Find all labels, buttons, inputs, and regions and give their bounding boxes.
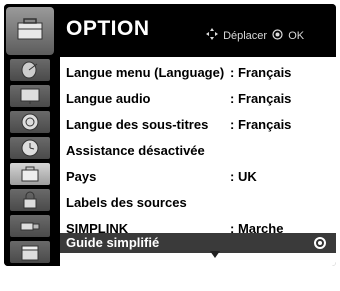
scroll-down-arrow-icon[interactable] xyxy=(210,251,220,258)
menu-header: OPTION Déplacer OK xyxy=(4,4,336,57)
menu-item-label: Assistance désactivée xyxy=(66,143,205,158)
page-title: OPTION xyxy=(66,17,150,40)
menu-item-pays[interactable]: Pays : UK xyxy=(60,163,336,189)
radio-selected-icon xyxy=(314,237,326,249)
toolbox-icon[interactable] xyxy=(10,163,50,185)
category-sidebar xyxy=(4,57,60,266)
menu-item-guide-simplifie[interactable]: Guide simplifié xyxy=(60,233,336,253)
menu-item-label: Langue audio xyxy=(66,91,151,106)
usb-icon[interactable] xyxy=(10,215,50,237)
menu-item-label: Langue menu (Language) xyxy=(66,65,225,80)
option-toolbox-icon xyxy=(6,7,54,55)
ok-circle-icon xyxy=(272,29,286,42)
clock-icon[interactable] xyxy=(10,137,50,159)
move-label: Déplacer xyxy=(223,30,268,42)
menu-item-label: Pays xyxy=(66,169,97,184)
clapperboard-icon[interactable] xyxy=(10,241,50,263)
move-arrows-icon xyxy=(206,28,221,42)
menu-item-label: Langue des sous-titres xyxy=(66,117,209,132)
navigation-hint: Déplacer OK xyxy=(204,28,304,42)
menu-item-value: : UK xyxy=(230,169,257,184)
menu-item-label: Labels des sources xyxy=(66,195,187,210)
option-list: Langue menu (Language) : Français Langue… xyxy=(60,57,336,266)
menu-item-label: Guide simplifié xyxy=(66,235,160,250)
ok-label: OK xyxy=(288,30,305,42)
menu-item-langue-menu[interactable]: Langue menu (Language) : Français xyxy=(60,59,336,85)
speaker-icon[interactable] xyxy=(10,111,50,133)
menu-item-value: : Français xyxy=(230,117,292,132)
menu-item-langue-audio[interactable]: Langue audio : Français xyxy=(60,85,336,111)
menu-item-value: : Français xyxy=(230,65,292,80)
menu-item-langue-sous-titres[interactable]: Langue des sous-titres : Français xyxy=(60,111,336,137)
tv-picture-icon[interactable] xyxy=(10,85,50,107)
menu-item-labels-sources[interactable]: Labels des sources xyxy=(60,189,336,215)
satellite-dish-icon[interactable] xyxy=(10,59,50,81)
lock-icon[interactable] xyxy=(10,189,50,211)
menu-item-assistance[interactable]: Assistance désactivée xyxy=(60,137,336,163)
menu-item-value: : Français xyxy=(230,91,292,106)
option-menu: OPTION Déplacer OK Langue menu (Language… xyxy=(4,4,336,266)
